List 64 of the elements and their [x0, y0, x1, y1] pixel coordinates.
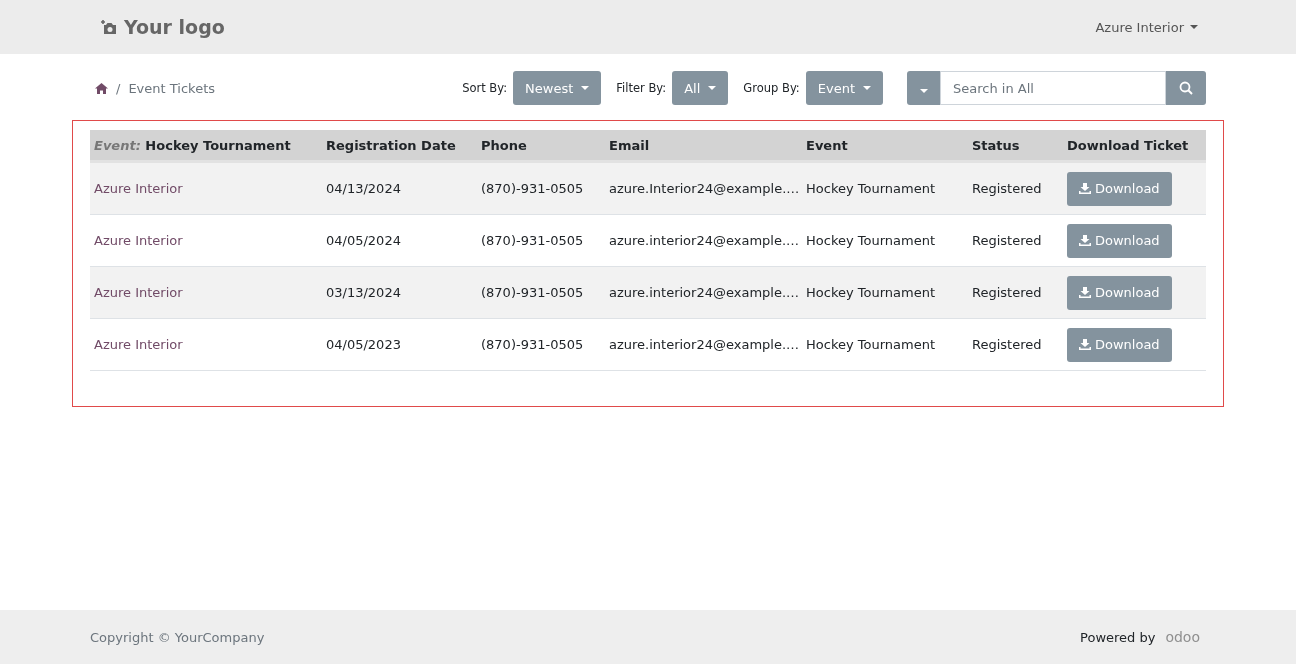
- column-header: Event: [806, 137, 848, 153]
- table-cell: Hockey Tournament: [806, 233, 935, 248]
- camera-icon: [100, 19, 117, 35]
- logo-text: Your logo: [124, 16, 225, 38]
- powered-by-text: Powered by: [1080, 629, 1156, 645]
- download-button[interactable]: Download: [1067, 275, 1172, 310]
- table-cell: 03/13/2024: [326, 285, 401, 300]
- download-button[interactable]: Download: [1067, 327, 1172, 362]
- logo[interactable]: Your logo: [100, 16, 225, 38]
- search-field[interactable]: Search in All: [940, 71, 1166, 105]
- search-icon: [1179, 81, 1193, 95]
- caret-icon: [863, 86, 871, 90]
- column-header: Registration Date: [326, 137, 456, 153]
- table-cell: (870)-931-0505: [481, 285, 584, 300]
- user-menu[interactable]: Azure Interior: [1087, 19, 1206, 35]
- control-label: Filter By:: [616, 81, 667, 95]
- control-label: Group By:: [743, 81, 800, 95]
- table-cell: Hockey Tournament: [806, 337, 935, 352]
- table-cell: Registered: [972, 181, 1042, 196]
- dropdown-button[interactable]: Newest: [513, 71, 602, 105]
- caret-icon: [581, 86, 590, 90]
- table-cell: 04/13/2024: [326, 181, 401, 196]
- download-icon: [1079, 235, 1091, 246]
- table-cell: Registered: [972, 233, 1042, 248]
- download-button[interactable]: Download: [1067, 223, 1172, 258]
- column-header: Status: [972, 137, 1020, 153]
- search-filter-dropdown[interactable]: [907, 71, 940, 105]
- column-header: Download Ticket: [1067, 137, 1189, 153]
- table-cell: 04/05/2024: [326, 233, 401, 248]
- table-cell: azure.interior24@example.…: [609, 285, 800, 300]
- brand-logo[interactable]: odoo: [1165, 629, 1200, 645]
- attendee-link[interactable]: Azure Interior: [94, 233, 183, 248]
- caret-icon: [1190, 25, 1198, 29]
- dropdown-button[interactable]: All: [672, 71, 729, 105]
- download-icon: [1079, 183, 1091, 194]
- attendee-link[interactable]: Azure Interior: [94, 285, 183, 300]
- download-icon: [1079, 287, 1091, 298]
- table-cell: Registered: [972, 337, 1042, 352]
- table-cell: azure.Interior24@example.…: [609, 181, 800, 196]
- column-header: Phone: [481, 137, 527, 153]
- search-button[interactable]: [1166, 71, 1206, 105]
- attendee-link[interactable]: Azure Interior: [94, 337, 183, 352]
- control-label: Sort By:: [462, 81, 508, 95]
- breadcrumb-current: Event Tickets: [128, 80, 215, 96]
- caret-icon: [708, 86, 717, 90]
- table-cell: azure.interior24@example.…: [609, 337, 800, 352]
- table-cell: (870)-931-0505: [481, 181, 584, 196]
- group-header: Event: Hockey Tournament: [94, 137, 291, 153]
- dropdown-button[interactable]: Event: [805, 71, 883, 105]
- caret-icon: [919, 88, 928, 93]
- table-cell: azure.interior24@example.…: [609, 233, 800, 248]
- column-header: Email: [609, 137, 650, 153]
- breadcrumb-separator: /: [116, 80, 121, 96]
- table-cell: Hockey Tournament: [806, 285, 935, 300]
- download-button[interactable]: Download: [1067, 171, 1172, 206]
- table-cell: Registered: [972, 285, 1042, 300]
- table-cell: 04/05/2023: [326, 337, 401, 352]
- download-icon: [1079, 339, 1091, 350]
- table-cell: (870)-931-0505: [481, 337, 584, 352]
- home-icon[interactable]: [95, 82, 108, 94]
- table-cell: (870)-931-0505: [481, 233, 584, 248]
- table-cell: Hockey Tournament: [806, 181, 935, 196]
- attendee-link[interactable]: Azure Interior: [94, 181, 183, 196]
- copyright-text: Copyright © YourCompany: [90, 629, 265, 645]
